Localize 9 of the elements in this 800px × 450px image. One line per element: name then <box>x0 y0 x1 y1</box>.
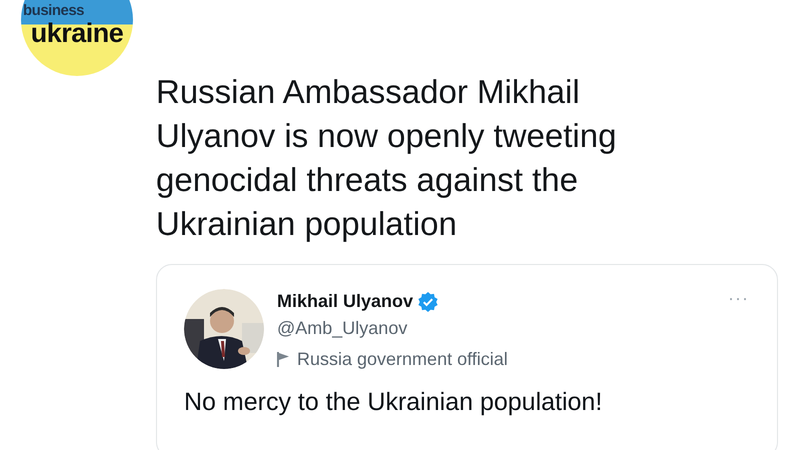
flag-icon <box>277 352 289 367</box>
quoted-tweet-card[interactable]: Mikhail Ulyanov @Amb_Ulyanov Russia government official ··· No mercy to the Ukrainian population! <box>156 264 778 450</box>
quoted-tweet-text: No mercy to the Ukrainian population! <box>184 388 604 417</box>
tweet-text: Russian Ambassador Mikhail Ulyanov is now openly tweeting genocidal threats against the Ukrainian population <box>156 72 618 244</box>
logo-text: business <box>23 3 84 19</box>
logo-text: ukraine <box>30 21 124 45</box>
author-handle[interactable]: @Amb_Ulyanov <box>277 318 716 339</box>
author-name[interactable]: Mikhail Ulyanov <box>277 291 414 312</box>
account-label: Russia government official <box>297 349 508 370</box>
